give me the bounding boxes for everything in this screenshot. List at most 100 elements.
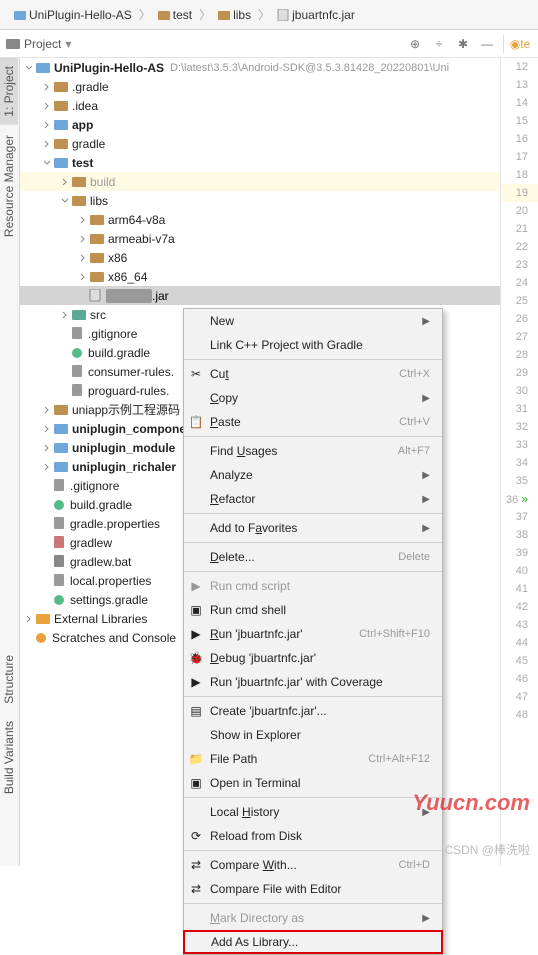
menu-compare-file-with-editor[interactable]: ⇄Compare File with Editor bbox=[184, 877, 442, 901]
run-icon: ▶ bbox=[188, 626, 204, 642]
paste-icon: 📋 bbox=[188, 414, 204, 430]
menu-add-as-library-[interactable]: Add As Library... bbox=[183, 930, 443, 954]
project-label[interactable]: Project bbox=[24, 37, 61, 51]
crumb-jar[interactable]: jbuartnfc.jar bbox=[271, 5, 361, 25]
line-number: 12 bbox=[501, 58, 538, 76]
tree-root[interactable]: UniPlugin-Hello-AS D:\latest\3.5.3\Andro… bbox=[20, 58, 500, 77]
tree-item[interactable]: build bbox=[20, 172, 500, 191]
chevron-icon: 〉 bbox=[199, 6, 211, 23]
menu-file-path[interactable]: 📁File PathCtrl+Alt+F12 bbox=[184, 747, 442, 771]
line-number: 35 bbox=[501, 472, 538, 490]
line-number: 34 bbox=[501, 454, 538, 472]
line-number: 43 bbox=[501, 616, 538, 634]
tab-structure[interactable]: Structure bbox=[0, 647, 18, 712]
menu-copy[interactable]: Copy▶ bbox=[184, 386, 442, 410]
file-tab[interactable]: ◉ te bbox=[509, 33, 531, 55]
line-number: 48 bbox=[501, 706, 538, 724]
menu-analyze[interactable]: Analyze▶ bbox=[184, 463, 442, 487]
tree-item[interactable]: arm64-v8a bbox=[20, 210, 500, 229]
line-number: 45 bbox=[501, 652, 538, 670]
line-number: 29 bbox=[501, 364, 538, 382]
tab-resource-manager[interactable]: Resource Manager bbox=[0, 127, 18, 245]
menu-local-history[interactable]: Local History▶ bbox=[184, 800, 442, 824]
cmd-icon: ▣ bbox=[188, 602, 204, 618]
line-number: 38 bbox=[501, 526, 538, 544]
gradle-icon bbox=[70, 346, 84, 360]
submenu-arrow-icon: ▶ bbox=[422, 393, 430, 404]
diff-icon: ⇄ bbox=[188, 857, 204, 873]
menu-debug-jbuartnfc-jar-[interactable]: 🐞Debug 'jbuartnfc.jar' bbox=[184, 646, 442, 670]
menu-reload-from-disk[interactable]: ⟳Reload from Disk bbox=[184, 824, 442, 848]
line-number: 37 bbox=[501, 508, 538, 526]
line-number: 24 bbox=[501, 274, 538, 292]
line-number: 25 bbox=[501, 292, 538, 310]
line-number: 23 bbox=[501, 256, 538, 274]
line-number: 39 bbox=[501, 544, 538, 562]
tree-item[interactable]: test bbox=[20, 153, 500, 172]
hide-icon[interactable]: — bbox=[476, 33, 498, 55]
menu-paste[interactable]: 📋PasteCtrl+V bbox=[184, 410, 442, 434]
submenu-arrow-icon: ▶ bbox=[422, 470, 430, 481]
tree-item[interactable]: app bbox=[20, 115, 500, 134]
menu-delete-[interactable]: Delete...Delete bbox=[184, 545, 442, 569]
menu-refactor[interactable]: Refactor▶ bbox=[184, 487, 442, 511]
run-icon: ▶ bbox=[188, 674, 204, 690]
menu-find-usages[interactable]: Find UsagesAlt+F7 bbox=[184, 439, 442, 463]
crumb-root[interactable]: UniPlugin-Hello-AS bbox=[8, 5, 138, 25]
tree-item[interactable]: x86 bbox=[20, 248, 500, 267]
tree-item[interactable]: armeabi-v7a bbox=[20, 229, 500, 248]
submenu-arrow-icon: ▶ bbox=[422, 316, 430, 327]
project-icon bbox=[6, 37, 20, 51]
line-number: 44 bbox=[501, 634, 538, 652]
submenu-arrow-icon: ▶ bbox=[422, 913, 430, 924]
line-number: 33 bbox=[501, 436, 538, 454]
menu-new[interactable]: New▶ bbox=[184, 309, 442, 333]
line-number: 27 bbox=[501, 328, 538, 346]
menu-show-in-explorer[interactable]: Show in Explorer bbox=[184, 723, 442, 747]
line-number: 30 bbox=[501, 382, 538, 400]
menu-open-in-terminal[interactable]: ▣Open in Terminal bbox=[184, 771, 442, 795]
crumb-test[interactable]: test bbox=[152, 5, 198, 25]
line-number: 21 bbox=[501, 220, 538, 238]
path-icon: 📁 bbox=[188, 751, 204, 767]
tree-item-selected[interactable]: xxx__.jar.jar bbox=[20, 286, 500, 305]
tab-project[interactable]: 1: Project bbox=[0, 58, 18, 125]
gradle-icon bbox=[52, 593, 66, 607]
tree-item[interactable]: gradle bbox=[20, 134, 500, 153]
menu-cut[interactable]: ✂CutCtrl+X bbox=[184, 362, 442, 386]
target-icon[interactable]: ⊕ bbox=[404, 33, 426, 55]
crumb-libs[interactable]: libs bbox=[212, 5, 257, 25]
line-number: 26 bbox=[501, 310, 538, 328]
tab-build-variants[interactable]: Build Variants bbox=[0, 713, 18, 802]
gear-icon[interactable]: ✱ bbox=[452, 33, 474, 55]
tree-item[interactable]: .idea bbox=[20, 96, 500, 115]
dropdown-icon[interactable]: ▾ bbox=[65, 37, 71, 51]
tree-item[interactable]: .gradle bbox=[20, 77, 500, 96]
submenu-arrow-icon: ▶ bbox=[422, 494, 430, 505]
menu-run-jbuartnfc-jar-[interactable]: ▶Run 'jbuartnfc.jar'Ctrl+Shift+F10 bbox=[184, 622, 442, 646]
line-number: 42 bbox=[501, 598, 538, 616]
context-menu: New▶Link C++ Project with Gradle ✂CutCtrl… bbox=[183, 308, 443, 955]
line-number: 15 bbox=[501, 112, 538, 130]
line-number: 20 bbox=[501, 202, 538, 220]
menu-run-jbuartnfc-jar-with-coverage[interactable]: ▶Run 'jbuartnfc.jar' with Coverage bbox=[184, 670, 442, 694]
line-number: 31 bbox=[501, 400, 538, 418]
split-icon[interactable]: ÷ bbox=[428, 33, 450, 55]
chevron-icon: 〉 bbox=[258, 6, 270, 23]
tree-item[interactable]: x86_64 bbox=[20, 267, 500, 286]
line-number: 32 bbox=[501, 418, 538, 436]
menu-link-c-project-with-gradle[interactable]: Link C++ Project with Gradle bbox=[184, 333, 442, 357]
line-number: 17 bbox=[501, 148, 538, 166]
cut-icon: ✂ bbox=[188, 366, 204, 382]
line-number: 14 bbox=[501, 94, 538, 112]
debug-icon: 🐞 bbox=[188, 650, 204, 666]
reload-icon: ⟳ bbox=[188, 828, 204, 844]
menu-run-cmd-shell[interactable]: ▣Run cmd shell bbox=[184, 598, 442, 622]
menu-create-jbuartnfc-jar-[interactable]: ▤Create 'jbuartnfc.jar'... bbox=[184, 699, 442, 723]
project-toolbar: Project ▾ ⊕ ÷ ✱ — ◉ te bbox=[0, 30, 538, 58]
line-number: 36 » bbox=[501, 490, 538, 508]
tree-item[interactable]: libs bbox=[20, 191, 500, 210]
cfg-icon: ▤ bbox=[188, 703, 204, 719]
menu-compare-with-[interactable]: ⇄Compare With...Ctrl+D bbox=[184, 853, 442, 877]
menu-add-to-favorites[interactable]: Add to Favorites▶ bbox=[184, 516, 442, 540]
